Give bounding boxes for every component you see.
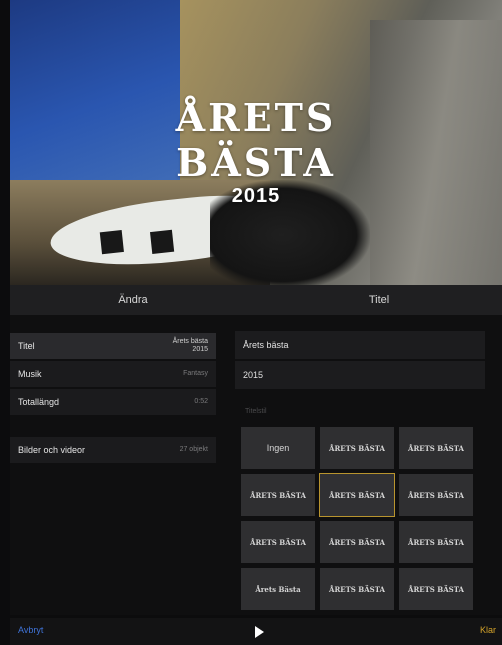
style-option[interactable]: ÅRETS BÄSTA bbox=[320, 427, 394, 469]
title-panel: Årets bästa 2015 Titelstil Ingen ÅRETS B… bbox=[235, 315, 502, 615]
tab-title[interactable]: Titel bbox=[256, 285, 502, 315]
style-option[interactable]: Årets Bästa bbox=[241, 568, 315, 610]
title-style-grid: Ingen ÅRETS BÄSTA ÅRETS BÄSTA ÅRETS BÄST… bbox=[241, 427, 481, 610]
play-icon[interactable] bbox=[255, 626, 264, 638]
style-option[interactable]: ÅRETS BÄSTA bbox=[399, 521, 473, 563]
style-option[interactable]: ÅRETS BÄSTA bbox=[399, 568, 473, 610]
cover-year: 2015 bbox=[231, 185, 281, 207]
title-line2-field[interactable]: 2015 bbox=[235, 361, 485, 389]
cover-preview: ÅRETS BÄSTA 2015 bbox=[10, 0, 502, 285]
setting-row-title[interactable]: Titel Årets bästa 2015 bbox=[10, 333, 216, 359]
cover-title-line1: ÅRETS bbox=[175, 95, 337, 140]
style-option[interactable]: ÅRETS BÄSTA bbox=[320, 521, 394, 563]
settings-panel: Titel Årets bästa 2015 Musik Fantasy Tot… bbox=[10, 315, 235, 615]
setting-row-media[interactable]: Bilder och videor 27 objekt bbox=[10, 437, 216, 463]
style-option[interactable]: ÅRETS BÄSTA bbox=[320, 568, 394, 610]
style-option[interactable]: ÅRETS BÄSTA bbox=[241, 474, 315, 516]
setting-value: 27 objekt bbox=[179, 446, 208, 453]
bottom-toolbar: Avbryt Klar bbox=[10, 618, 502, 645]
setting-label: Bilder och videor bbox=[18, 445, 86, 455]
setting-value: Årets bästa 2015 bbox=[172, 338, 208, 353]
style-option-none[interactable]: Ingen bbox=[241, 427, 315, 469]
setting-label: Totallängd bbox=[18, 397, 60, 407]
styles-section-label: Titelstil bbox=[245, 408, 267, 415]
cancel-button[interactable]: Avbryt bbox=[18, 625, 43, 635]
style-option[interactable]: ÅRETS BÄSTA bbox=[399, 474, 473, 516]
setting-value: Fantasy bbox=[183, 370, 208, 377]
style-option[interactable]: ÅRETS BÄSTA bbox=[399, 427, 473, 469]
setting-row-music[interactable]: Musik Fantasy bbox=[10, 361, 216, 387]
style-option-selected[interactable]: ÅRETS BÄSTA bbox=[319, 473, 395, 517]
cover-title-line2: BÄSTA bbox=[176, 140, 336, 185]
setting-label: Titel bbox=[18, 341, 35, 351]
style-option[interactable]: ÅRETS BÄSTA bbox=[241, 521, 315, 563]
setting-value: 0:52 bbox=[194, 398, 208, 405]
tab-edit[interactable]: Ändra bbox=[10, 285, 256, 315]
setting-label: Musik bbox=[18, 369, 42, 379]
setting-row-duration[interactable]: Totallängd 0:52 bbox=[10, 389, 216, 415]
tab-bar: Ändra Titel bbox=[10, 285, 502, 315]
done-button[interactable]: Klar bbox=[480, 625, 496, 635]
title-line1-field[interactable]: Årets bästa bbox=[235, 331, 485, 359]
